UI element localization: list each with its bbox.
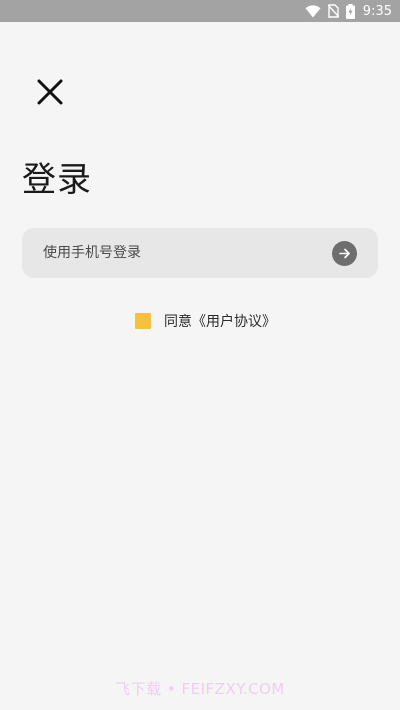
agree-text: 同意 — [164, 314, 192, 330]
no-sim-icon — [327, 4, 339, 18]
phone-login-button[interactable]: 使用手机号登录 — [22, 228, 378, 278]
status-bar: 9:35 — [0, 0, 400, 22]
watermark: 飞下载 • FEIFZXY.COM — [115, 680, 285, 698]
close-button[interactable] — [30, 74, 70, 114]
user-agreement-link[interactable]: 《用户协议》 — [192, 311, 276, 331]
agreement-row: 同意 《用户协议》 — [135, 310, 276, 332]
arrow-right-icon — [332, 241, 357, 266]
page-title: 登录 — [22, 160, 92, 200]
phone-login-label: 使用手机号登录 — [43, 245, 141, 261]
wifi-icon — [305, 4, 321, 18]
battery-charging-icon — [345, 3, 355, 19]
status-time: 9:35 — [362, 3, 392, 19]
agree-checkbox[interactable] — [135, 313, 151, 329]
close-icon — [37, 79, 63, 109]
status-icons: 9:35 — [305, 0, 392, 22]
